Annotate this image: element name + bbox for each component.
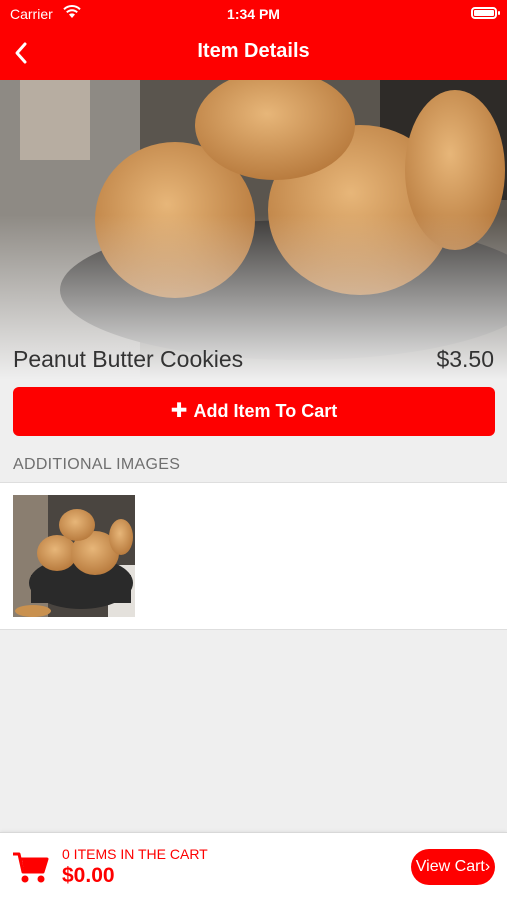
view-cart-button[interactable]: View Cart›: [411, 849, 495, 885]
additional-image-thumbnail[interactable]: [13, 495, 135, 617]
add-to-cart-label: Add Item To Cart: [193, 401, 338, 421]
status-time: 1:34 PM: [227, 6, 280, 22]
view-cart-label: View Cart: [415, 858, 485, 875]
additional-images-list: [0, 482, 507, 630]
item-hero-image: [0, 80, 507, 380]
status-bar: Carrier 1:34 PM: [0, 0, 507, 28]
item-name: Peanut Butter Cookies: [13, 346, 244, 372]
add-to-cart-button[interactable]: ✚ Add Item To Cart: [13, 387, 495, 436]
additional-images-header: ADDITIONAL IMAGES: [13, 456, 181, 473]
shopping-cart-icon: [12, 851, 50, 885]
nav-bar: Item Details: [0, 28, 507, 80]
header: Carrier 1:34 PM Item Details: [0, 0, 507, 80]
cart-item-count: 0 ITEMS IN THE CART: [62, 846, 208, 862]
battery-icon: [471, 7, 500, 19]
page-title: Item Details: [197, 40, 310, 62]
cart-total: $0.00: [62, 864, 115, 887]
item-price: $3.50: [436, 346, 494, 372]
cart-summary-bar: 0 ITEMS IN THE CART $0.00 View Cart›: [0, 832, 507, 900]
chevron-right-icon: ›: [484, 858, 491, 875]
plus-icon: ✚: [170, 400, 188, 422]
